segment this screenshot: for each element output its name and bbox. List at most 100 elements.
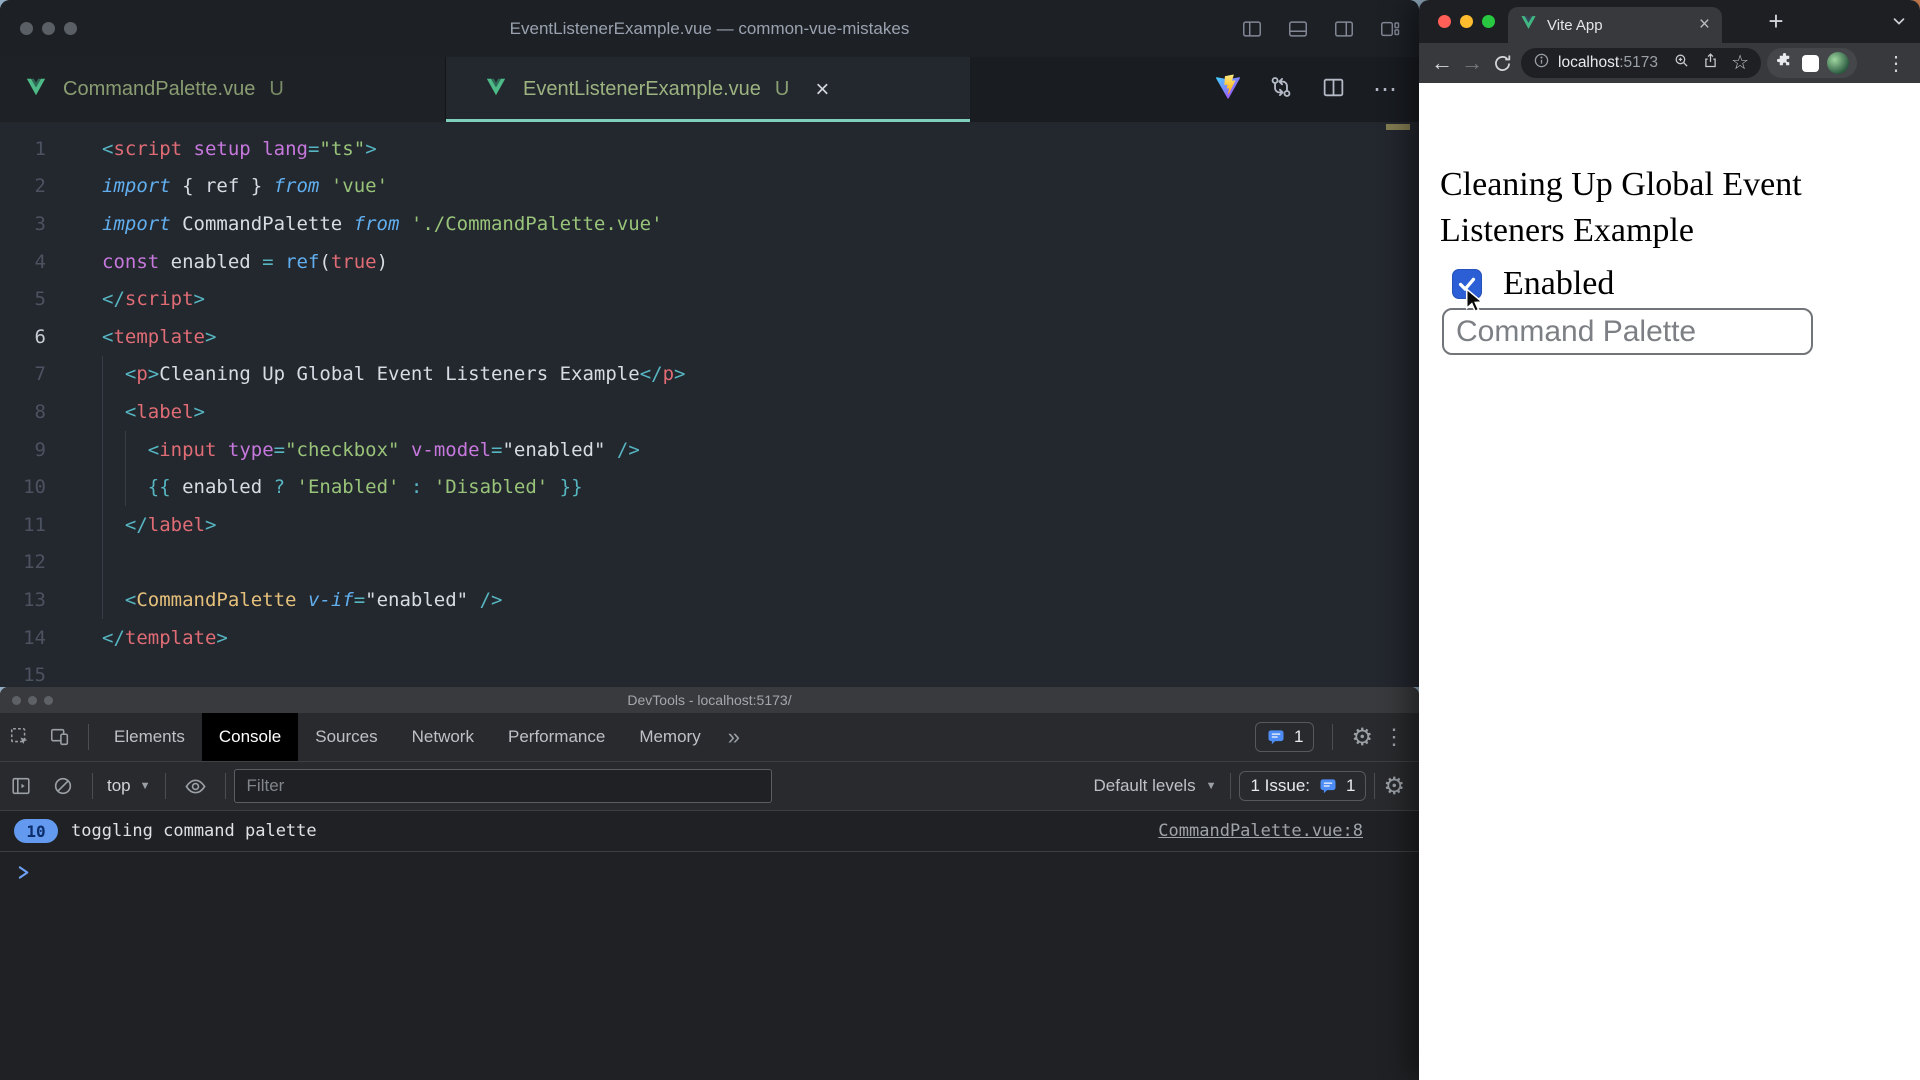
window-controls[interactable] [1438, 15, 1495, 28]
devtools-window-title: DevTools - localhost:5173/ [627, 692, 792, 708]
zoom-icon[interactable] [1673, 52, 1690, 74]
code-line[interactable]: 15 [0, 656, 1419, 687]
window-controls[interactable] [0, 22, 77, 35]
share-icon[interactable] [1702, 52, 1719, 74]
extensions-puzzle-icon[interactable] [1775, 51, 1794, 75]
divider [92, 773, 93, 799]
command-palette-input[interactable] [1442, 308, 1813, 355]
code-line[interactable]: 10 {{ enabled ? 'Enabled' : 'Disabled' }… [0, 468, 1419, 506]
clear-console-icon[interactable] [52, 775, 74, 797]
code-line[interactable]: 14 </template> [0, 619, 1419, 657]
code-line[interactable]: 13 <CommandPalette v-if="enabled" /> [0, 581, 1419, 619]
devtools-tab-performance[interactable]: Performance [491, 713, 622, 761]
device-toolbar-icon[interactable] [49, 726, 71, 748]
close-tab-icon[interactable]: × [1699, 14, 1710, 36]
code-line[interactable]: 7 <p>Cleaning Up Global Event Listeners … [0, 356, 1419, 394]
more-tabs-icon[interactable]: » [728, 724, 740, 750]
close-window-button[interactable] [1438, 15, 1451, 28]
devtools-tab-memory[interactable]: Memory [622, 713, 717, 761]
line-number: 6 [34, 325, 46, 348]
code-line[interactable]: 8 <label> [0, 393, 1419, 431]
context-selector[interactable]: top ▼ [107, 776, 151, 796]
line-number: 10 [23, 476, 46, 499]
chrome-menu-icon[interactable]: ⋮ [1886, 51, 1912, 76]
url-port: :5173 [1619, 54, 1658, 71]
code-line[interactable]: 1 <script setup lang="ts"> [0, 130, 1419, 168]
code-editor[interactable]: 1 <script setup lang="ts"> 2 import { ref }… [0, 122, 1419, 687]
vite-logo-icon[interactable] [1215, 74, 1241, 105]
new-tab-button[interactable]: + [1761, 4, 1791, 38]
code-line[interactable]: 9 <input type="checkbox" v-model="enable… [0, 431, 1419, 469]
indent-guide [125, 431, 126, 506]
reload-button[interactable] [1487, 53, 1517, 74]
devtools-menu-icon[interactable]: ⋮ [1383, 724, 1405, 750]
devtools-tab-elements[interactable]: Elements [97, 713, 202, 761]
console-log-row[interactable]: 10 toggling command palette CommandPalet… [0, 811, 1419, 852]
issues-counter[interactable]: 1 Issue: 1 [1239, 771, 1367, 801]
devtools-tab-network[interactable]: Network [395, 713, 491, 761]
maximize-window-button[interactable] [64, 22, 77, 35]
line-number: 15 [23, 664, 46, 687]
toggle-panel-icon[interactable] [1287, 18, 1309, 40]
back-button[interactable]: ← [1427, 50, 1457, 76]
code-text: <p>Cleaning Up Global Event Listeners Ex… [124, 363, 686, 386]
log-levels-selector[interactable]: Default levels ▼ [1094, 776, 1217, 796]
console-settings-gear-icon[interactable]: ⚙ [1383, 774, 1405, 798]
page-heading: Cleaning Up Global Event Listeners Examp… [1440, 166, 1802, 249]
minimize-window-button[interactable] [1460, 15, 1473, 28]
devtools-tab-sources[interactable]: Sources [298, 713, 394, 761]
console-message: toggling command palette [71, 821, 317, 841]
code-text: </template> [102, 626, 228, 649]
tab-search-chevron-icon[interactable] [1890, 12, 1908, 35]
code-line[interactable]: 6 <template> [0, 318, 1419, 356]
code-text: const enabled = ref(true) [102, 250, 389, 273]
devtools-tab-console[interactable]: Console [201, 713, 299, 761]
customize-layout-icon[interactable] [1379, 18, 1401, 40]
line-number: 3 [34, 212, 46, 235]
console-sidebar-icon[interactable] [10, 775, 32, 797]
divider [1230, 773, 1232, 799]
close-window-button[interactable] [20, 22, 33, 35]
line-number: 12 [23, 551, 46, 574]
maximize-window-button[interactable] [1482, 15, 1495, 28]
editor-tab-eventlistenerexample[interactable]: EventListenerExample.vue U × [446, 57, 970, 122]
minimize-window-button[interactable] [42, 22, 55, 35]
close-tab-icon[interactable]: × [815, 77, 829, 102]
code-line[interactable]: 11 </label> [0, 506, 1419, 544]
code-line[interactable]: 2 import { ref } from 'vue' [0, 168, 1419, 206]
open-changes-icon[interactable] [1268, 74, 1294, 105]
line-number: 11 [23, 513, 46, 536]
toggle-secondary-sidebar-icon[interactable] [1333, 18, 1355, 40]
badge-count: 1 [1294, 727, 1304, 746]
chrome-window: Vite App × + ← → localhost:5173 ☆ ⋮ Cle… [1419, 0, 1920, 1080]
profile-avatar[interactable] [1827, 52, 1849, 74]
devtools-window: DevTools - localhost:5173/ Elements Conso… [0, 687, 1419, 1080]
settings-gear-icon[interactable]: ⚙ [1351, 725, 1373, 749]
toggle-primary-sidebar-icon[interactable] [1241, 18, 1263, 40]
split-editor-icon[interactable] [1321, 75, 1346, 105]
forward-button[interactable]: → [1457, 50, 1487, 76]
chrome-toolbar: ← → localhost:5173 ☆ ⋮ [1419, 43, 1920, 83]
divider [164, 773, 166, 799]
code-text: <input type="checkbox" v-model="enabled"… [147, 438, 640, 461]
tab-label: CommandPalette.vue [63, 78, 256, 100]
more-actions-icon[interactable]: ⋯ [1373, 75, 1399, 104]
code-line[interactable]: 3 import CommandPalette from './CommandPa… [0, 205, 1419, 243]
console-filter-input[interactable] [233, 769, 772, 803]
source-location-link[interactable]: CommandPalette.vue:8 [1158, 821, 1363, 841]
extension-icon[interactable] [1802, 54, 1819, 72]
console-prompt[interactable] [0, 852, 1419, 892]
code-line[interactable]: 4 const enabled = ref(true) [0, 243, 1419, 281]
code-line[interactable]: 12 [0, 544, 1419, 582]
bookmark-star-icon[interactable]: ☆ [1731, 53, 1749, 73]
context-value: top [107, 776, 131, 795]
address-bar[interactable]: localhost:5173 ☆ [1521, 48, 1761, 78]
eye-icon[interactable] [184, 775, 207, 798]
code-line[interactable]: 5 </script> [0, 280, 1419, 318]
console-messages-badge[interactable]: 1 [1255, 722, 1315, 752]
editor-tab-commandpalette[interactable]: CommandPalette.vue U [0, 57, 446, 122]
code-text: <label> [124, 400, 205, 423]
browser-tab-vite-app[interactable]: Vite App × [1508, 7, 1722, 43]
site-info-icon[interactable] [1533, 52, 1550, 74]
inspect-element-icon[interactable] [9, 726, 31, 748]
